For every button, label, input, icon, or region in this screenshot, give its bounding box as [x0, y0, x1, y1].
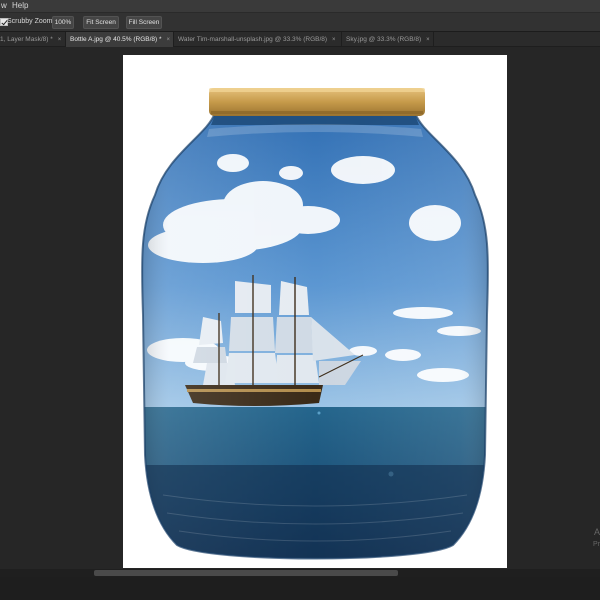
horizontal-scrollbar[interactable] — [0, 569, 600, 577]
tab-label: 1, Layer Mask/8) * — [0, 36, 53, 43]
status-bar — [0, 577, 600, 600]
jar-contents — [142, 113, 488, 559]
close-icon[interactable]: × — [426, 37, 430, 43]
watermark-text-2: Pr — [593, 541, 600, 548]
fill-screen-button[interactable]: Fill Screen — [126, 16, 162, 29]
document-canvas[interactable] — [123, 55, 507, 568]
zoom-100-button[interactable]: 100% — [52, 16, 74, 29]
watermark-text-1: A — [593, 527, 600, 537]
scrollbar-thumb[interactable] — [94, 570, 398, 576]
document-workspace[interactable]: A Pr — [0, 47, 600, 569]
tab-label: Bottle A.jpg @ 40.5% (RGB/8) * — [70, 36, 162, 43]
document-tab-bar: 1, Layer Mask/8) * × Bottle A.jpg @ 40.5… — [0, 32, 600, 47]
fit-screen-button[interactable]: Fit Screen — [83, 16, 119, 29]
options-bar: Scrubby Zoom 100% Fit Screen Fill Screen — [0, 13, 600, 32]
tab-label: Sky.jpg @ 33.3% (RGB/8) — [346, 36, 422, 43]
tab-water[interactable]: Water Tim-marshall-unsplash.jpg @ 33.3% … — [174, 32, 342, 47]
jar-lid — [209, 88, 425, 116]
close-icon[interactable]: × — [332, 37, 336, 43]
menu-item-window[interactable]: w — [1, 1, 7, 10]
bottle-artwork — [141, 88, 489, 560]
tab-label: Water Tim-marshall-unsplash.jpg @ 33.3% … — [178, 36, 328, 43]
close-icon[interactable]: × — [58, 37, 62, 43]
menu-bar: w Help — [0, 0, 600, 13]
scrubby-zoom-label: Scrubby Zoom — [7, 18, 53, 25]
tab-layer-mask[interactable]: 1, Layer Mask/8) * × — [0, 32, 66, 47]
tab-bottle-a[interactable]: Bottle A.jpg @ 40.5% (RGB/8) * × — [66, 32, 174, 47]
menu-item-help[interactable]: Help — [12, 1, 28, 10]
tab-sky[interactable]: Sky.jpg @ 33.3% (RGB/8) × — [342, 32, 434, 47]
close-icon[interactable]: × — [167, 37, 171, 43]
